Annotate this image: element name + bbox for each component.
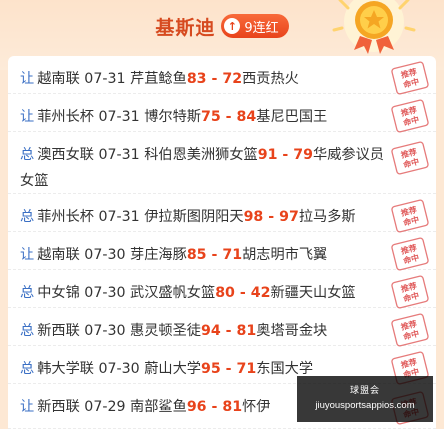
home-team: 伊拉斯图阴阳天	[144, 209, 244, 225]
result-text: 让越南联 07-30 芽庄海豚85 - 71胡志明市飞翼	[20, 242, 390, 268]
pick-type-tag: 总	[20, 361, 35, 377]
home-team: 芹苴鲶鱼	[130, 71, 187, 87]
final-score: 96 - 81	[186, 399, 243, 415]
match-date: 07-31	[98, 147, 140, 163]
match-date: 07-30	[84, 285, 126, 301]
result-row[interactable]: 总菲州长杯 07-31 伊拉斯图阴阳天98 - 97拉马多斯 推荐 命中	[8, 194, 436, 233]
result-text: 总澳西女联 07-31 科伯恩美洲狮女篮91 - 79华威参议员女篮	[20, 142, 390, 194]
streak-badge: ↑ 9连红	[221, 14, 289, 38]
match-date: 07-29	[84, 399, 126, 415]
match-date: 07-30	[84, 323, 126, 339]
hit-stamp-icon: 推荐命中	[391, 199, 429, 233]
league-name: 中女锦	[37, 285, 80, 301]
final-score: 83 - 72	[186, 71, 243, 87]
expert-header: 基斯迪 ↑ 9连红	[0, 8, 444, 44]
match-date: 07-30	[98, 361, 140, 377]
result-row[interactable]: 让菲州长杯 07-31 博尔特斯75 - 84基尼巴国王 推荐 命中	[8, 94, 436, 133]
home-team: 蔚山大学	[144, 361, 201, 377]
hit-stamp-icon: 推荐命中	[391, 61, 429, 95]
hit-stamp-icon: 推荐命中	[391, 275, 429, 309]
away-team: 基尼巴国王	[256, 109, 328, 125]
league-name: 菲州长杯	[37, 209, 94, 225]
pick-type-tag: 让	[20, 247, 35, 263]
result-row[interactable]: 总中女锦 07-30 武汉盛帆女篮80 - 42新疆天山女篮 推荐 命中	[8, 270, 436, 309]
away-team: 东国大学	[256, 361, 314, 377]
home-team: 武汉盛帆女篮	[130, 285, 216, 301]
home-team: 科伯恩美洲狮女篮	[144, 147, 258, 163]
pick-type-tag: 总	[20, 323, 35, 339]
final-score: 75 - 84	[201, 109, 257, 125]
expert-name[interactable]: 基斯迪	[155, 13, 215, 40]
watermark: 球盟会 jiuyousportsappios.com	[297, 376, 433, 422]
pick-type-tag: 总	[20, 209, 35, 225]
streak-label: 9连红	[244, 20, 279, 36]
league-name: 韩大学联	[37, 361, 94, 377]
pick-type-tag: 总	[20, 285, 35, 301]
final-score: 91 - 79	[257, 147, 314, 163]
pick-type-tag: 让	[20, 109, 35, 125]
watermark-title: 球盟会	[349, 385, 380, 395]
away-team: 奥塔哥金块	[256, 323, 328, 339]
watermark-url: jiuyousportsappios.com	[315, 400, 415, 411]
result-row[interactable]: 总澳西女联 07-31 科伯恩美洲狮女篮91 - 79华威参议员女篮 推荐 命中	[8, 132, 436, 194]
away-team: 胡志明市飞翼	[242, 247, 328, 263]
result-text: 让菲州长杯 07-31 博尔特斯75 - 84基尼巴国王	[20, 104, 390, 130]
match-date: 07-31	[84, 71, 126, 87]
final-score: 80 - 42	[215, 285, 271, 301]
result-row[interactable]: 让越南联 07-30 芽庄海豚85 - 71胡志明市飞翼 推荐 命中	[8, 232, 436, 271]
league-name: 越南联	[37, 247, 80, 263]
away-team: 新疆天山女篮	[270, 285, 356, 301]
result-row[interactable]: 总新西联 07-30 惠灵顿圣徒94 - 81奥塔哥金块 推荐 命中	[8, 308, 436, 347]
pick-type-tag: 总	[20, 147, 35, 163]
result-text: 总菲州长杯 07-31 伊拉斯图阴阳天98 - 97拉马多斯	[20, 204, 390, 230]
hit-stamp-icon: 推荐命中	[391, 99, 429, 133]
away-team: 西贡热火	[242, 71, 299, 87]
pick-type-tag: 让	[20, 399, 35, 415]
result-text: 总中女锦 07-30 武汉盛帆女篮80 - 42新疆天山女篮	[20, 280, 390, 306]
league-name: 越南联	[37, 71, 80, 87]
final-score: 98 - 97	[243, 209, 299, 225]
home-team: 博尔特斯	[144, 109, 201, 125]
match-date: 07-31	[98, 209, 140, 225]
match-date: 07-31	[98, 109, 140, 125]
hit-stamp-icon: 推荐命中	[391, 237, 429, 271]
up-arrow-icon: ↑	[224, 18, 241, 34]
result-row[interactable]: 让越南联 07-31 芹苴鲶鱼83 - 72西贡热火 推荐 命中	[8, 56, 436, 95]
result-text: 让越南联 07-31 芹苴鲶鱼83 - 72西贡热火	[20, 66, 390, 92]
final-score: 94 - 81	[201, 323, 257, 339]
league-name: 新西联	[37, 323, 80, 339]
hit-stamp-icon: 推荐命中	[391, 141, 429, 175]
result-text: 总新西联 07-30 惠灵顿圣徒94 - 81奥塔哥金块	[20, 318, 390, 344]
home-team: 惠灵顿圣徒	[130, 323, 201, 339]
home-team: 芽庄海豚	[130, 247, 187, 263]
away-team: 拉马多斯	[298, 209, 356, 225]
away-team: 怀伊	[242, 399, 271, 415]
hit-stamp-icon: 推荐命中	[391, 313, 429, 347]
match-date: 07-30	[84, 247, 126, 263]
home-team: 南部鲨鱼	[130, 399, 187, 415]
league-name: 新西联	[37, 399, 80, 415]
league-name: 澳西女联	[37, 147, 94, 163]
final-score: 95 - 71	[201, 361, 257, 377]
pick-type-tag: 让	[20, 71, 35, 87]
final-score: 85 - 71	[186, 247, 243, 263]
results-list: 让越南联 07-31 芹苴鲶鱼83 - 72西贡热火 推荐 命中让菲州长杯 07-3…	[8, 56, 436, 429]
league-name: 菲州长杯	[37, 109, 94, 125]
